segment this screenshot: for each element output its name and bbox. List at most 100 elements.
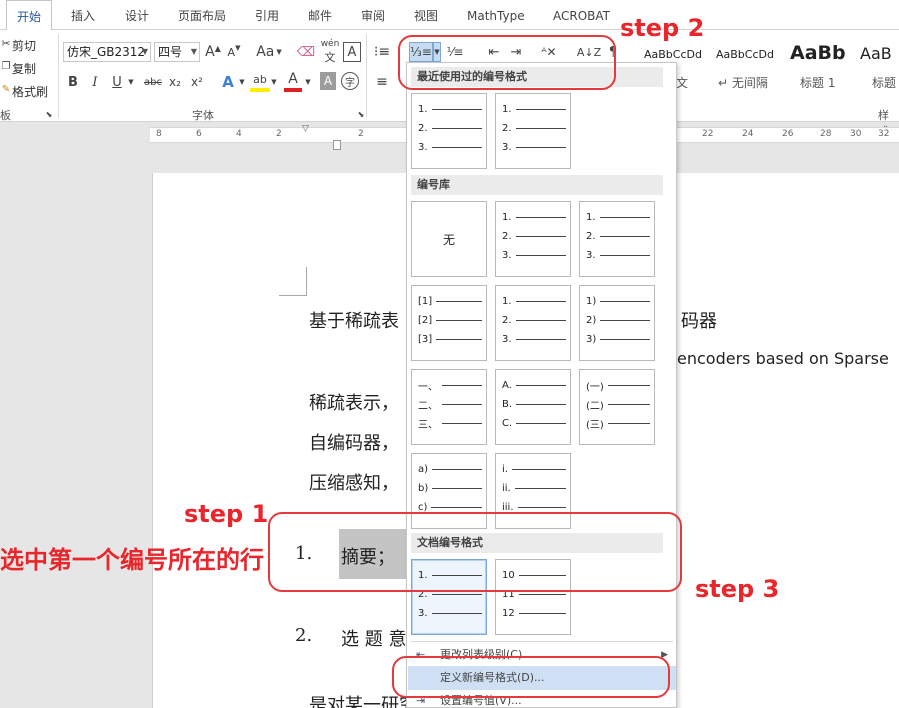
tile-label: 3. [502, 333, 512, 345]
tile-label: 1. [586, 211, 596, 223]
style-no-spacing[interactable]: AaBbCcDd ↵ 无间隔 [716, 44, 788, 92]
align-left-icon[interactable]: ≡ [373, 72, 391, 92]
chevron-down-icon[interactable]: ▼ [270, 72, 278, 92]
numbering-tile-library-7[interactable]: A. B. C. [495, 369, 571, 445]
tab-design[interactable]: 设计 [125, 0, 149, 30]
phonetic-icon: wén [320, 39, 340, 49]
tab-view[interactable]: 视图 [414, 0, 438, 30]
format-painter-button[interactable]: 格式刷 [12, 83, 48, 100]
tab-mathtype[interactable]: MathType [467, 0, 525, 30]
step3-label: step 3 [695, 575, 780, 603]
copy-button[interactable]: 复制 [12, 60, 36, 77]
font-launcher-icon[interactable]: ⬊ [356, 109, 366, 119]
doc-keyword: 压缩感知， [309, 473, 399, 494]
strikethrough-button[interactable]: abc [142, 72, 164, 92]
tile-label: i. [502, 463, 508, 475]
font-name-combo[interactable]: 仿宋_GB2312 ▼ [63, 42, 151, 62]
superscript-button[interactable]: x² [188, 72, 206, 92]
tile-label: 2. [502, 122, 512, 134]
tile-label: 3. [502, 249, 512, 261]
chevron-down-icon[interactable]: ▼ [126, 72, 136, 92]
grow-font-button[interactable]: A ▲ [204, 42, 222, 62]
scissors-icon: ✂ [1, 36, 11, 50]
ruler-number: 8 [156, 129, 162, 139]
phonetic-guide-button[interactable]: wén 文 [319, 39, 341, 64]
instruction-note: 选中第一个编号所在的行 [0, 546, 264, 574]
tab-review[interactable]: 审阅 [361, 0, 385, 30]
tile-label: 一、 [418, 381, 438, 393]
numbering-tile-library-8[interactable]: (一) (二) (三) [579, 369, 655, 445]
doc-title-en: encoders based on Sparse [677, 349, 889, 368]
tile-label: 3. [418, 607, 428, 619]
ruler-number: 32 [878, 129, 890, 139]
tab-acrobat[interactable]: ACROBAT [553, 0, 610, 30]
numbering-tile-none[interactable]: 无 [411, 201, 487, 277]
bold-button[interactable]: B [66, 72, 80, 92]
numbering-tile-library-2[interactable]: 1. 2. 3. [579, 201, 655, 277]
numbering-tile-library-1[interactable]: 1. 2. 3. [495, 201, 571, 277]
tile-label: 1. [502, 211, 512, 223]
character-border-button[interactable]: A [343, 42, 361, 62]
highlight-button[interactable]: ab [250, 70, 270, 92]
chevron-down-icon[interactable]: ▼ [304, 72, 312, 92]
underline-button[interactable]: U [110, 72, 124, 92]
ruler-number: 30 [850, 129, 862, 139]
numbering-tile-recent-2[interactable]: 1. 2. 3. [495, 93, 571, 169]
change-case-button[interactable]: Aa ▼ [254, 42, 284, 62]
chevron-down-icon: ▼ [190, 47, 197, 56]
numbering-tile-recent-1[interactable]: 1. 2. 3. [411, 93, 487, 169]
enclose-characters-button[interactable]: 字 [341, 72, 359, 90]
tab-home[interactable]: 开始 [6, 0, 53, 31]
numbering-tile-library-6[interactable]: 一、 二、 三、 [411, 369, 487, 445]
change-case-icon: Aa [256, 44, 275, 60]
cut-button[interactable]: 剪切 [12, 37, 36, 54]
enclose-icon: 字 [345, 77, 355, 89]
clear-formatting-icon[interactable]: ⌫ [296, 42, 316, 62]
doc-title-cn: 基于稀疏表 [309, 311, 399, 332]
ruler-number: 26 [782, 129, 794, 139]
bullets-icon[interactable]: ⁝≡ [373, 42, 391, 62]
ribbon-separator [366, 34, 367, 118]
tile-label: 2. [502, 314, 512, 326]
tile-label: [2] [418, 314, 433, 326]
style-title[interactable]: AaB 标题 [860, 44, 899, 92]
italic-button[interactable]: I [88, 72, 102, 92]
shrink-font-icon: A [227, 45, 236, 59]
tab-mailings[interactable]: 邮件 [308, 0, 332, 30]
tile-label: 1) [586, 295, 597, 307]
style-name: 标题 1 [800, 76, 836, 90]
menu-divider [411, 641, 673, 642]
numbering-tile-library-3[interactable]: [1] [2] [3] [411, 285, 487, 361]
step2-label: step 2 [620, 14, 705, 42]
subscript-button[interactable]: x₂ [166, 72, 184, 92]
numbering-tile-library-4[interactable]: 1. 2. 3. [495, 285, 571, 361]
clipboard-launcher-icon[interactable]: ⬊ [44, 109, 54, 119]
first-line-indent-marker[interactable]: ▽ [302, 124, 309, 134]
chevron-down-icon[interactable]: ▼ [238, 72, 246, 92]
tab-insert[interactable]: 插入 [71, 0, 95, 30]
chevron-down-icon: ▼ [141, 47, 148, 56]
style-sample: AaBbCcDd [644, 48, 702, 61]
style-sample: AaBb [790, 42, 846, 64]
tile-label: 3. [502, 141, 512, 153]
font-size-combo[interactable]: 四号 ▼ [154, 42, 200, 62]
tile-label: 3. [586, 249, 596, 261]
ruler-number: 22 [702, 129, 714, 139]
tile-label: 2) [586, 314, 597, 326]
tile-none-label: 无 [442, 232, 455, 247]
font-color-button[interactable]: A [284, 70, 302, 92]
step2-highlight-ring [398, 35, 616, 90]
font-size-value: 四号 [158, 45, 183, 59]
doc-keyword: 自编码器， [309, 433, 399, 454]
tab-page-layout[interactable]: 页面布局 [178, 0, 226, 30]
text-effects-button[interactable]: A [218, 72, 238, 92]
numbering-tile-library-5[interactable]: 1) 2) 3) [579, 285, 655, 361]
tab-references[interactable]: 引用 [255, 0, 279, 30]
font-color-icon: A [288, 71, 298, 87]
character-shading-button[interactable]: A [320, 72, 336, 90]
tile-label: 2. [418, 122, 428, 134]
shrink-font-button[interactable]: A ▼ [225, 42, 243, 62]
style-heading-1[interactable]: AaBb 标题 1 [790, 42, 854, 92]
tile-label: [3] [418, 333, 433, 345]
hanging-indent-marker[interactable] [333, 140, 341, 150]
